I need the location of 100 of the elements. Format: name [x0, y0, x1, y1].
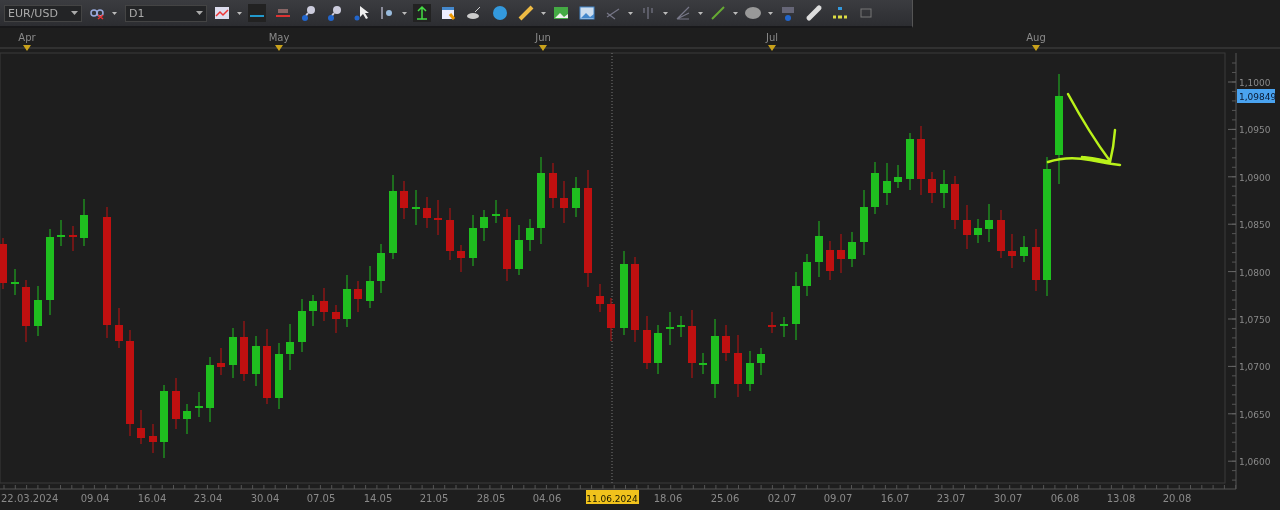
- candlestick: [803, 253, 811, 297]
- candlestick: [666, 311, 674, 346]
- candlestick: [560, 180, 568, 224]
- caret-icon[interactable]: [112, 11, 117, 15]
- candlestick: [298, 298, 306, 353]
- candlestick: [572, 176, 580, 218]
- month-label: Aug: [1026, 32, 1046, 43]
- candlestick: [837, 233, 845, 274]
- caret-icon: [196, 11, 203, 15]
- candlestick: [549, 162, 557, 209]
- date-label: 22.03.2024: [1, 493, 59, 504]
- caret-icon[interactable]: [733, 11, 738, 15]
- candlestick: [1032, 228, 1040, 292]
- candlestick: [826, 240, 834, 281]
- price-label: 1,1000: [1239, 78, 1271, 88]
- date-label: 14.05: [363, 493, 393, 504]
- candlestick: [354, 280, 362, 313]
- timeframe-dropdown[interactable]: D1: [125, 4, 207, 22]
- date-label: 04.06: [532, 493, 562, 504]
- candlestick: [286, 323, 294, 371]
- candlestick: [229, 327, 237, 379]
- caret-icon[interactable]: [541, 11, 546, 15]
- candlestick: [80, 198, 88, 247]
- candlestick: [699, 352, 707, 375]
- date-label: 02.07: [767, 493, 797, 504]
- candlestick: [974, 218, 982, 244]
- price-label: 1,0650: [1239, 409, 1271, 420]
- date-label: 16.04: [137, 493, 167, 504]
- candlestick: [400, 180, 408, 220]
- date-label: 06.08: [1050, 493, 1080, 504]
- date-label: 30.07: [993, 493, 1023, 504]
- symbol-dropdown[interactable]: EUR/USD: [4, 4, 82, 22]
- candlestick: [654, 324, 662, 375]
- candlestick: [252, 335, 260, 387]
- price-label: 1,0600: [1239, 457, 1271, 468]
- candlestick: [768, 311, 776, 334]
- date-label: 18.06: [653, 493, 683, 504]
- date-label: 23.04: [193, 493, 223, 504]
- candlestick: [848, 231, 856, 268]
- candlestick: [883, 162, 891, 206]
- month-label: May: [268, 32, 290, 43]
- candlestick: [951, 175, 959, 230]
- candlestick: [906, 132, 914, 191]
- candlestick: [343, 274, 351, 328]
- candlestick: [792, 271, 800, 341]
- month-label: Apr: [18, 32, 36, 43]
- date-label: 07.05: [306, 493, 336, 504]
- candlestick: [434, 199, 442, 236]
- caret-icon[interactable]: [237, 11, 242, 15]
- candlestick: [928, 171, 936, 204]
- price-label: 1,0700: [1239, 362, 1271, 373]
- date-label: 09.04: [80, 493, 110, 504]
- caret-icon[interactable]: [663, 11, 668, 15]
- caret-icon[interactable]: [698, 11, 703, 15]
- candlestick: [172, 377, 180, 430]
- candlestick: [457, 244, 465, 273]
- candlestick: [366, 265, 374, 309]
- candlestick: [688, 309, 696, 379]
- candlestick: [894, 164, 902, 189]
- candlestick: [149, 423, 157, 454]
- candlestick: [596, 283, 604, 313]
- price-label: 1,0750: [1239, 315, 1271, 325]
- date-label: 16.07: [880, 493, 910, 504]
- candlestick: [722, 324, 730, 362]
- candlestick: [240, 320, 248, 382]
- candlestick: [940, 169, 948, 209]
- candlestick: [871, 161, 879, 215]
- crosshair-date-tag: 11.06.2024: [586, 490, 639, 504]
- candlestick: [757, 347, 765, 376]
- candlestick: [480, 209, 488, 242]
- candlestick: [815, 220, 823, 278]
- caret-icon[interactable]: [768, 11, 773, 15]
- date-label: 23.07: [936, 493, 966, 504]
- price-label: 1,0950: [1239, 125, 1271, 136]
- candlestick: [446, 207, 454, 261]
- caret-icon[interactable]: [402, 11, 407, 15]
- candlestick: [57, 219, 65, 247]
- candlestick: [206, 356, 214, 423]
- candlestick: [607, 297, 615, 342]
- date-label: 25.06: [710, 493, 740, 504]
- candlestick: [377, 243, 385, 294]
- arrow-up-icon[interactable]: [411, 2, 433, 24]
- price-label: 1,0850: [1239, 220, 1271, 231]
- candlestick: [22, 279, 30, 343]
- candlestick: [11, 268, 19, 296]
- candlestick: [195, 391, 203, 418]
- candlestick: [469, 214, 477, 267]
- date-label: 28.05: [476, 493, 506, 504]
- candlestick: [734, 334, 742, 398]
- date-label: 09.07: [823, 493, 853, 504]
- date-label: 20.08: [1162, 493, 1192, 504]
- candlestick: [492, 199, 500, 224]
- candlestick: [515, 224, 523, 276]
- candlestick: [1020, 235, 1028, 263]
- candlestick: [677, 315, 685, 338]
- caret-icon[interactable]: [628, 11, 633, 15]
- candlestick: [746, 350, 754, 392]
- date-label: 21.05: [419, 493, 449, 504]
- candlestick: [0, 237, 7, 290]
- candlestick: [69, 225, 77, 252]
